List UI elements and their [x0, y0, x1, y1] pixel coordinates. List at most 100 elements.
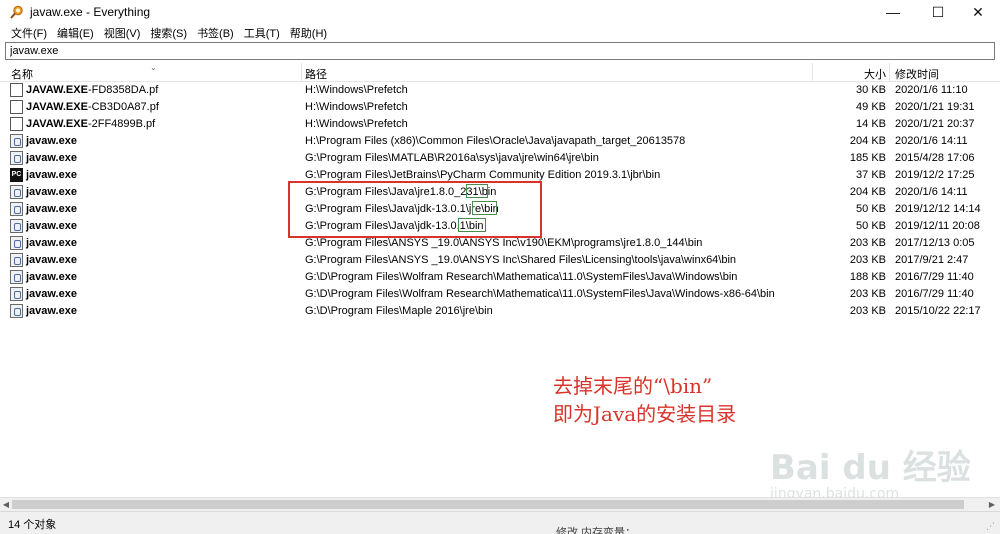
file-name: javaw.exe — [26, 220, 77, 232]
file-size: 185 KB — [849, 152, 886, 164]
table-row[interactable]: JAVAW.EXE-2FF4899B.pf H:\Windows\Prefetc… — [0, 116, 1000, 133]
file-name: javaw.exe — [26, 305, 77, 317]
file-path: G:\D\Program Files\Wolfram Research\Math… — [305, 271, 738, 283]
file-icon — [10, 100, 23, 114]
file-size: 50 KB — [856, 203, 886, 215]
file-name: javaw.exe — [26, 135, 77, 147]
file-name: JAVAW.EXE-2FF4899B.pf — [26, 118, 156, 130]
pycharm-icon: PC — [10, 168, 23, 182]
table-row[interactable]: JAVAW.EXE-FD8358DA.pf H:\Windows\Prefetc… — [0, 82, 1000, 99]
title-bar: javaw.exe - Everything — ☐ ✕ — [0, 0, 1000, 24]
search-box — [5, 42, 995, 60]
table-row[interactable]: javaw.exe H:\Program Files (x86)\Common … — [0, 133, 1000, 150]
file-date: 2020/1/6 14:11 — [895, 186, 968, 198]
java-icon — [10, 202, 23, 216]
column-header-size[interactable]: 大小 — [864, 66, 886, 82]
file-date: 2020/1/21 19:31 — [895, 101, 975, 113]
file-path: H:\Windows\Prefetch — [305, 118, 408, 130]
java-icon — [10, 219, 23, 233]
file-path: H:\Windows\Prefetch — [305, 101, 408, 113]
annotation-line-1: 去掉末尾的“\bin” — [553, 374, 713, 398]
file-size: 203 KB — [849, 237, 886, 249]
java-icon — [10, 270, 23, 284]
file-name: javaw.exe — [26, 203, 77, 215]
horizontal-scrollbar[interactable]: ◀ ▶ — [0, 497, 1000, 511]
file-date: 2019/12/12 14:14 — [895, 203, 981, 215]
file-path: G:\Program Files\JetBrains\PyCharm Commu… — [305, 169, 661, 181]
file-icon — [10, 117, 23, 131]
file-date: 2016/7/29 11:40 — [895, 271, 974, 283]
annotation-highlight-box — [288, 181, 542, 238]
file-path: G:\D\Program Files\Maple 2016\jre\bin — [305, 305, 493, 317]
column-header-path[interactable]: 路径 — [305, 66, 327, 82]
file-size: 50 KB — [856, 220, 886, 232]
table-row[interactable]: javaw.exe G:\D\Program Files\Wolfram Res… — [0, 269, 1000, 286]
file-path: G:\D\Program Files\Wolfram Research\Math… — [305, 288, 775, 300]
window-title: javaw.exe - Everything — [30, 5, 151, 19]
column-divider[interactable] — [889, 63, 890, 82]
status-count: 14 个对象 — [8, 519, 57, 531]
scroll-left-icon[interactable]: ◀ — [0, 498, 12, 511]
java-icon — [10, 151, 23, 165]
menu-help[interactable]: 帮助(H) — [290, 25, 327, 41]
table-row[interactable]: javaw.exe G:\D\Program Files\Wolfram Res… — [0, 286, 1000, 303]
file-size: 204 KB — [849, 186, 886, 198]
resize-grip-icon[interactable]: ⋰ — [986, 521, 995, 532]
scroll-right-icon[interactable]: ▶ — [986, 498, 998, 511]
close-button[interactable]: ✕ — [955, 0, 1000, 24]
java-icon — [10, 304, 23, 318]
file-path: G:\Program Files\ANSYS _19.0\ANSYS Inc\S… — [305, 254, 737, 266]
file-size: 203 KB — [849, 305, 886, 317]
file-name: javaw.exe — [26, 288, 77, 300]
column-header-date[interactable]: 修改时间 — [895, 66, 939, 82]
file-date: 2020/1/21 20:37 — [895, 118, 975, 130]
file-name: javaw.exe — [26, 186, 77, 198]
file-name: javaw.exe — [26, 254, 77, 266]
file-date: 2019/12/2 17:25 — [895, 169, 975, 181]
file-size: 203 KB — [849, 288, 886, 300]
file-size: 37 KB — [856, 169, 886, 181]
file-name: JAVAW.EXE-CB3D0A87.pf — [26, 101, 159, 113]
menu-bookmarks[interactable]: 书签(B) — [197, 25, 234, 41]
table-row[interactable]: javaw.exe G:\Program Files\MATLAB\R2016a… — [0, 150, 1000, 167]
file-name: JAVAW.EXE-FD8358DA.pf — [26, 84, 159, 96]
scrollbar-thumb[interactable] — [12, 500, 964, 509]
status-extra-text: 修改 内存变量： — [556, 527, 637, 534]
table-row[interactable]: javaw.exe G:\Program Files\ANSYS _19.0\A… — [0, 252, 1000, 269]
file-size: 14 KB — [856, 118, 886, 130]
file-path: H:\Program Files (x86)\Common Files\Orac… — [305, 135, 686, 147]
annotation-text: 去掉末尾的“\bin” 即为Java的安装目录 — [553, 372, 736, 428]
column-divider[interactable] — [812, 63, 813, 82]
sort-indicator-icon: ⌄ — [150, 63, 157, 72]
menu-edit[interactable]: 编辑(E) — [57, 25, 94, 41]
java-icon — [10, 185, 23, 199]
status-bar: 14 个对象 修改 内存变量： ⋰ — [0, 511, 1000, 534]
file-size: 203 KB — [849, 254, 886, 266]
menu-view[interactable]: 视图(V) — [104, 25, 141, 41]
file-name: javaw.exe — [26, 271, 77, 283]
column-header-name[interactable]: 名称 — [11, 66, 33, 82]
everything-app-icon — [10, 5, 23, 19]
table-row[interactable]: javaw.exe G:\D\Program Files\Maple 2016\… — [0, 303, 1000, 320]
file-size: 188 KB — [849, 271, 886, 283]
java-icon — [10, 134, 23, 148]
menu-file[interactable]: 文件(F) — [11, 25, 47, 41]
file-size: 30 KB — [856, 84, 886, 96]
file-date: 2017/9/21 2:47 — [895, 254, 969, 266]
file-date: 2020/1/6 14:11 — [895, 135, 968, 147]
file-name: javaw.exe — [26, 237, 77, 249]
search-input[interactable] — [6, 43, 994, 59]
file-date: 2015/4/28 17:06 — [895, 152, 975, 164]
file-name: javaw.exe — [26, 152, 77, 164]
file-size: 204 KB — [849, 135, 886, 147]
file-path: H:\Windows\Prefetch — [305, 84, 408, 96]
file-name: javaw.exe — [26, 169, 77, 181]
minimize-button[interactable]: — — [870, 0, 916, 24]
menu-search[interactable]: 搜索(S) — [150, 25, 187, 41]
table-row[interactable]: JAVAW.EXE-CB3D0A87.pf H:\Windows\Prefetc… — [0, 99, 1000, 116]
column-header: ⌄ 名称 路径 大小 修改时间 — [0, 63, 1000, 82]
menu-tools[interactable]: 工具(T) — [244, 25, 280, 41]
baidu-logo: Bai du 经验 — [770, 448, 971, 488]
file-date: 2017/12/13 0:05 — [895, 237, 975, 249]
column-divider[interactable] — [301, 63, 302, 82]
